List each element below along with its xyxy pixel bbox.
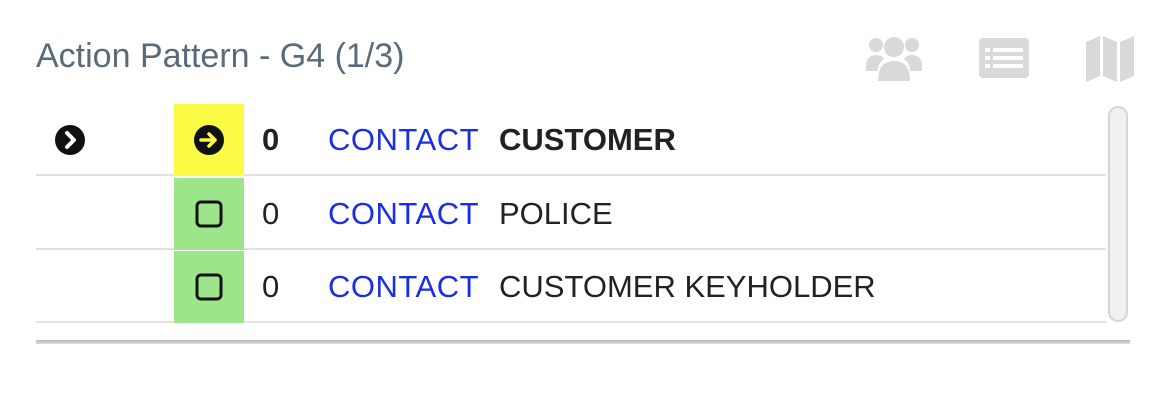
panel-bottom-divider xyxy=(36,340,1130,344)
action-pattern-panel: Action Pattern - G4 (1/3) 0 CONTACT CUST… xyxy=(0,0,1164,408)
list-card-icon[interactable] xyxy=(976,30,1032,86)
panel-title: Action Pattern - G4 (1/3) xyxy=(36,37,405,75)
current-row-indicator xyxy=(52,104,88,176)
attempt-count: 0 xyxy=(262,122,280,157)
attempt-count: 0 xyxy=(262,196,280,231)
checkbox-icon xyxy=(195,273,223,301)
circle-chevron-right-icon xyxy=(55,125,85,155)
circle-arrow-right-icon xyxy=(194,125,224,155)
map-icon[interactable] xyxy=(1082,30,1138,86)
status-cell-current[interactable] xyxy=(174,104,244,176)
checkbox-icon xyxy=(195,200,223,228)
action-target: CUSTOMER KEYHOLDER xyxy=(499,269,876,304)
table-row[interactable]: 0 CONTACT POLICE xyxy=(36,178,1106,250)
action-target: POLICE xyxy=(499,196,613,231)
action-link[interactable]: CONTACT xyxy=(328,251,479,323)
table-row[interactable]: 0 CONTACT CUSTOMER KEYHOLDER xyxy=(36,251,1106,323)
action-target: CUSTOMER xyxy=(499,122,676,157)
action-table: 0 CONTACT CUSTOMER 0 CONTACT POLICE 0 CO… xyxy=(36,104,1132,326)
status-cell-pending[interactable] xyxy=(174,178,244,250)
panel-header: Action Pattern - G4 (1/3) xyxy=(36,30,1140,86)
table-row[interactable]: 0 CONTACT CUSTOMER xyxy=(36,104,1106,176)
scrollbar-thumb[interactable] xyxy=(1108,106,1128,322)
status-cell-pending[interactable] xyxy=(174,251,244,323)
users-icon[interactable] xyxy=(866,30,922,86)
action-link[interactable]: CONTACT xyxy=(328,104,479,176)
attempt-count: 0 xyxy=(262,269,280,304)
vertical-scrollbar[interactable] xyxy=(1106,104,1130,326)
action-link[interactable]: CONTACT xyxy=(328,178,479,250)
